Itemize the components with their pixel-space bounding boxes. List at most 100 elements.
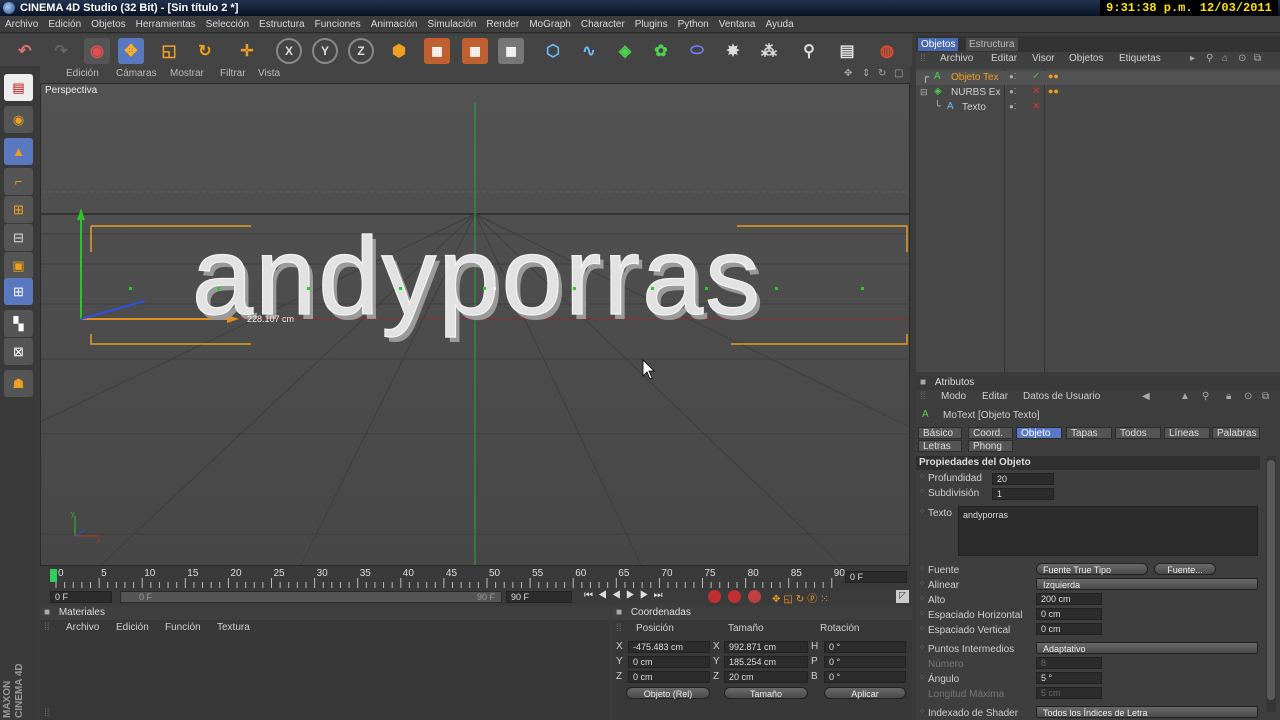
menu-mograph[interactable]: MoGraph	[524, 16, 576, 33]
attr-tab-objeto[interactable]: Objeto	[1016, 427, 1062, 439]
obj-new-window-icon[interactable]: ⧉	[1254, 53, 1261, 64]
obj-target-icon[interactable]: ⊙	[1238, 53, 1246, 64]
attr-tab-basico[interactable]: Básico	[918, 427, 962, 439]
render-settings-icon[interactable]: ▦	[498, 38, 524, 64]
menu-simulacion[interactable]: Simulación	[422, 16, 481, 33]
polygons-mode-icon[interactable]: ▣	[4, 252, 33, 279]
pos-y-field[interactable]: 0 cm	[628, 656, 710, 668]
visibility-dots-icon[interactable]: ●⁚	[1009, 102, 1016, 111]
anim-dot-icon[interactable]: ○	[920, 644, 924, 651]
rot-h-field[interactable]: 0 °	[824, 641, 906, 653]
texture-mode-icon[interactable]: ⌐	[4, 168, 33, 195]
obj-menu-visor[interactable]: Visor	[1032, 53, 1055, 64]
puntos-intermedios-dropdown[interactable]: Adaptativo	[1036, 642, 1258, 654]
vp-rotate-icon[interactable]: ↻	[878, 68, 886, 79]
attr-lock-icon[interactable]: 🔒︎	[1226, 391, 1231, 402]
attr-new-window-icon[interactable]: ⧉	[1262, 391, 1269, 402]
environment-icon[interactable]: ⁂	[756, 38, 782, 64]
perspective-viewport[interactable]: andyporras andyporras 228.107 cm y x Per…	[40, 83, 910, 566]
coordinate-system-icon[interactable]: ⬢	[386, 38, 412, 64]
obj-menu-objetos[interactable]: Objetos	[1069, 53, 1103, 64]
end-frame-field[interactable]: 90 F	[506, 591, 572, 603]
sculpt-icon[interactable]: ☗	[4, 370, 33, 397]
attributes-scrollbar[interactable]	[1266, 456, 1276, 712]
object-mode-icon[interactable]: ▲	[4, 138, 33, 165]
move-tool-icon[interactable]: ✥	[118, 38, 144, 64]
obj-menu-more-icon[interactable]: ▸	[1190, 53, 1195, 64]
rot-p-field[interactable]: 0 °	[824, 656, 906, 668]
vp-zoom-icon[interactable]: ⇕	[862, 68, 870, 79]
tag-icon[interactable]: ●●	[1048, 71, 1059, 81]
mat-menu-edicion[interactable]: Edición	[116, 622, 149, 633]
fuente-button[interactable]: Fuente...	[1154, 563, 1216, 575]
vp-menu-filtrar[interactable]: Filtrar	[220, 68, 246, 79]
tab-objetos[interactable]: Objetos	[918, 38, 959, 51]
attr-tab-lineas[interactable]: Líneas	[1164, 427, 1210, 439]
visibility-dots-icon[interactable]: ●⁚	[1009, 72, 1016, 81]
anim-dot-icon[interactable]: ○	[920, 674, 924, 681]
attributes-scroll-thumb[interactable]	[1267, 460, 1275, 700]
attr-tab-phong[interactable]: Phong	[968, 440, 1013, 452]
vp-menu-mostrar[interactable]: Mostrar	[170, 68, 204, 79]
mat-menu-textura[interactable]: Textura	[217, 622, 250, 633]
range-slider[interactable]: 0 F 90 F	[120, 591, 502, 603]
fuente-type-dropdown[interactable]: Fuente True Tipo	[1036, 563, 1148, 575]
obj-menu-archivo[interactable]: Archivo	[940, 53, 973, 64]
menu-seleccion[interactable]: Selección	[201, 16, 254, 33]
playback-controls[interactable]: ⏮◀◀▶▶⏭	[584, 590, 668, 601]
spline-icon[interactable]: ∿	[576, 38, 602, 64]
rot-b-field[interactable]: 0 °	[824, 671, 906, 683]
subdivision-field[interactable]: 1	[992, 488, 1054, 500]
texto-textarea[interactable]: andyporras	[958, 506, 1258, 556]
anim-dot-icon[interactable]: ○	[920, 625, 924, 632]
indexado-shader-dropdown[interactable]: Todos los Índices de Letra	[1036, 706, 1258, 718]
mat-menu-archivo[interactable]: Archivo	[66, 622, 99, 633]
tab-estructura[interactable]: Estructura	[966, 38, 1018, 51]
attr-up-icon[interactable]: ▲	[1180, 391, 1190, 402]
size-mode-dropdown[interactable]: Tamaño	[724, 687, 808, 699]
vp-menu-camaras[interactable]: Cámaras	[116, 68, 157, 79]
obj-search-icon[interactable]: ⚲	[1206, 53, 1213, 64]
camera-icon[interactable]: ⚲	[796, 38, 822, 64]
redo-icon[interactable]: ↷	[48, 38, 74, 64]
workplane-icon[interactable]: ⊠	[4, 338, 33, 365]
add-object-icon[interactable]: ✛	[234, 38, 260, 64]
z-axis-lock-icon[interactable]: Z	[348, 38, 374, 64]
anim-dot-icon[interactable]: ○	[920, 595, 924, 602]
tool-layout-icon[interactable]: ▤	[4, 74, 33, 101]
menu-render[interactable]: Render	[481, 16, 524, 33]
object-row-texto[interactable]: └ A Texto ●⁚ ✕	[916, 101, 1280, 115]
timeline-ruler[interactable]: 0 5 10 15 20 25 30 35 40 45 50 55 60 65 70 75 80 85 90 0 F	[48, 566, 910, 590]
alto-field[interactable]: 200 cm	[1036, 593, 1102, 605]
attr-tab-letras[interactable]: Letras	[918, 440, 962, 452]
rotate-tool-icon[interactable]: ↻	[192, 38, 218, 64]
attr-menu-modo[interactable]: Modo	[941, 391, 966, 402]
menu-python[interactable]: Python	[673, 16, 714, 33]
mat-menu-funcion[interactable]: Función	[165, 622, 201, 633]
attr-menu-datos-usuario[interactable]: Datos de Usuario	[1023, 391, 1100, 402]
menu-herramientas[interactable]: Herramientas	[131, 16, 201, 33]
menu-character[interactable]: Character	[576, 16, 630, 33]
anim-dot-icon[interactable]: ○	[920, 708, 924, 715]
materials-resize-handle[interactable]: ⁞⁞	[44, 708, 50, 719]
pos-x-field[interactable]: -475.483 cm	[628, 641, 710, 653]
tag-icon[interactable]: ●●	[1048, 86, 1059, 96]
menu-edicion[interactable]: Edición	[43, 16, 86, 33]
angulo-field[interactable]: 5 °	[1036, 672, 1102, 684]
deformer-icon[interactable]: ⬭	[684, 38, 710, 64]
obj-home-icon[interactable]: ⌂	[1222, 53, 1228, 64]
size-x-field[interactable]: 992.871 cm	[724, 641, 808, 653]
menu-animacion[interactable]: Animación	[366, 16, 423, 33]
start-frame-field[interactable]: 0 F	[50, 591, 112, 603]
attr-tab-tapas[interactable]: Tapas	[1066, 427, 1112, 439]
espaciado-horizontal-field[interactable]: 0 cm	[1036, 608, 1102, 620]
scale-tool-icon[interactable]: ◱	[156, 38, 182, 64]
vp-move-icon[interactable]: ✥	[844, 68, 852, 79]
alinear-dropdown[interactable]: Izquierda	[1036, 578, 1258, 590]
menu-ayuda[interactable]: Ayuda	[760, 16, 798, 33]
undo-icon[interactable]: ↶	[12, 38, 38, 64]
size-y-field[interactable]: 185.254 cm	[724, 656, 808, 668]
timeline-menu-icon[interactable]: ◸	[896, 590, 909, 603]
apply-button[interactable]: Aplicar	[824, 687, 906, 699]
y-axis-lock-icon[interactable]: Y	[312, 38, 338, 64]
